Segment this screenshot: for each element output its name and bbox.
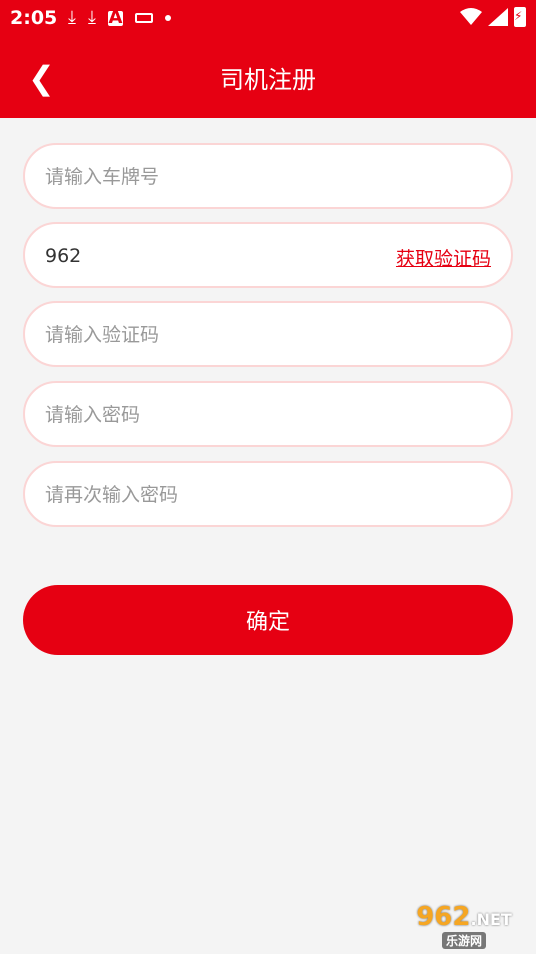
notification-icons: ⤓ ⤓ A <box>68 6 171 30</box>
wifi-icon <box>460 8 482 25</box>
plate-number-field <box>23 143 513 209</box>
app-header: 2:05 ⤓ ⤓ A ❮ 司机注册 <box>0 0 536 118</box>
status-bar: 2:05 ⤓ ⤓ A <box>0 0 536 36</box>
system-icons <box>460 7 526 27</box>
confirm-password-field <box>23 461 513 527</box>
signal-icon <box>488 8 508 26</box>
confirm-password-input[interactable] <box>43 463 387 527</box>
download-icon: ⤓ <box>87 7 96 28</box>
verification-code-field <box>23 301 513 367</box>
page-title: 司机注册 <box>220 66 316 94</box>
battery-charging-icon <box>514 7 526 27</box>
watermark-top: 962.NET <box>416 901 512 932</box>
get-code-button[interactable]: 获取验证码 <box>396 244 491 271</box>
keyboard-icon <box>134 13 153 23</box>
download-icon: ⤓ <box>68 7 76 28</box>
a-box-icon: A <box>107 7 123 28</box>
plate-number-input[interactable] <box>43 145 387 209</box>
password-field <box>23 381 513 447</box>
watermark-logo: 962.NET 乐游网 <box>400 901 528 949</box>
status-time: 2:05 <box>10 7 58 29</box>
password-input[interactable] <box>43 383 387 447</box>
phone-field: 获取验证码 <box>23 222 513 288</box>
dot-icon <box>164 15 171 21</box>
phone-input[interactable] <box>43 224 387 288</box>
confirm-button[interactable]: 确定 <box>23 585 513 655</box>
watermark-bottom: 乐游网 <box>441 931 486 949</box>
verification-code-input[interactable] <box>43 303 387 367</box>
